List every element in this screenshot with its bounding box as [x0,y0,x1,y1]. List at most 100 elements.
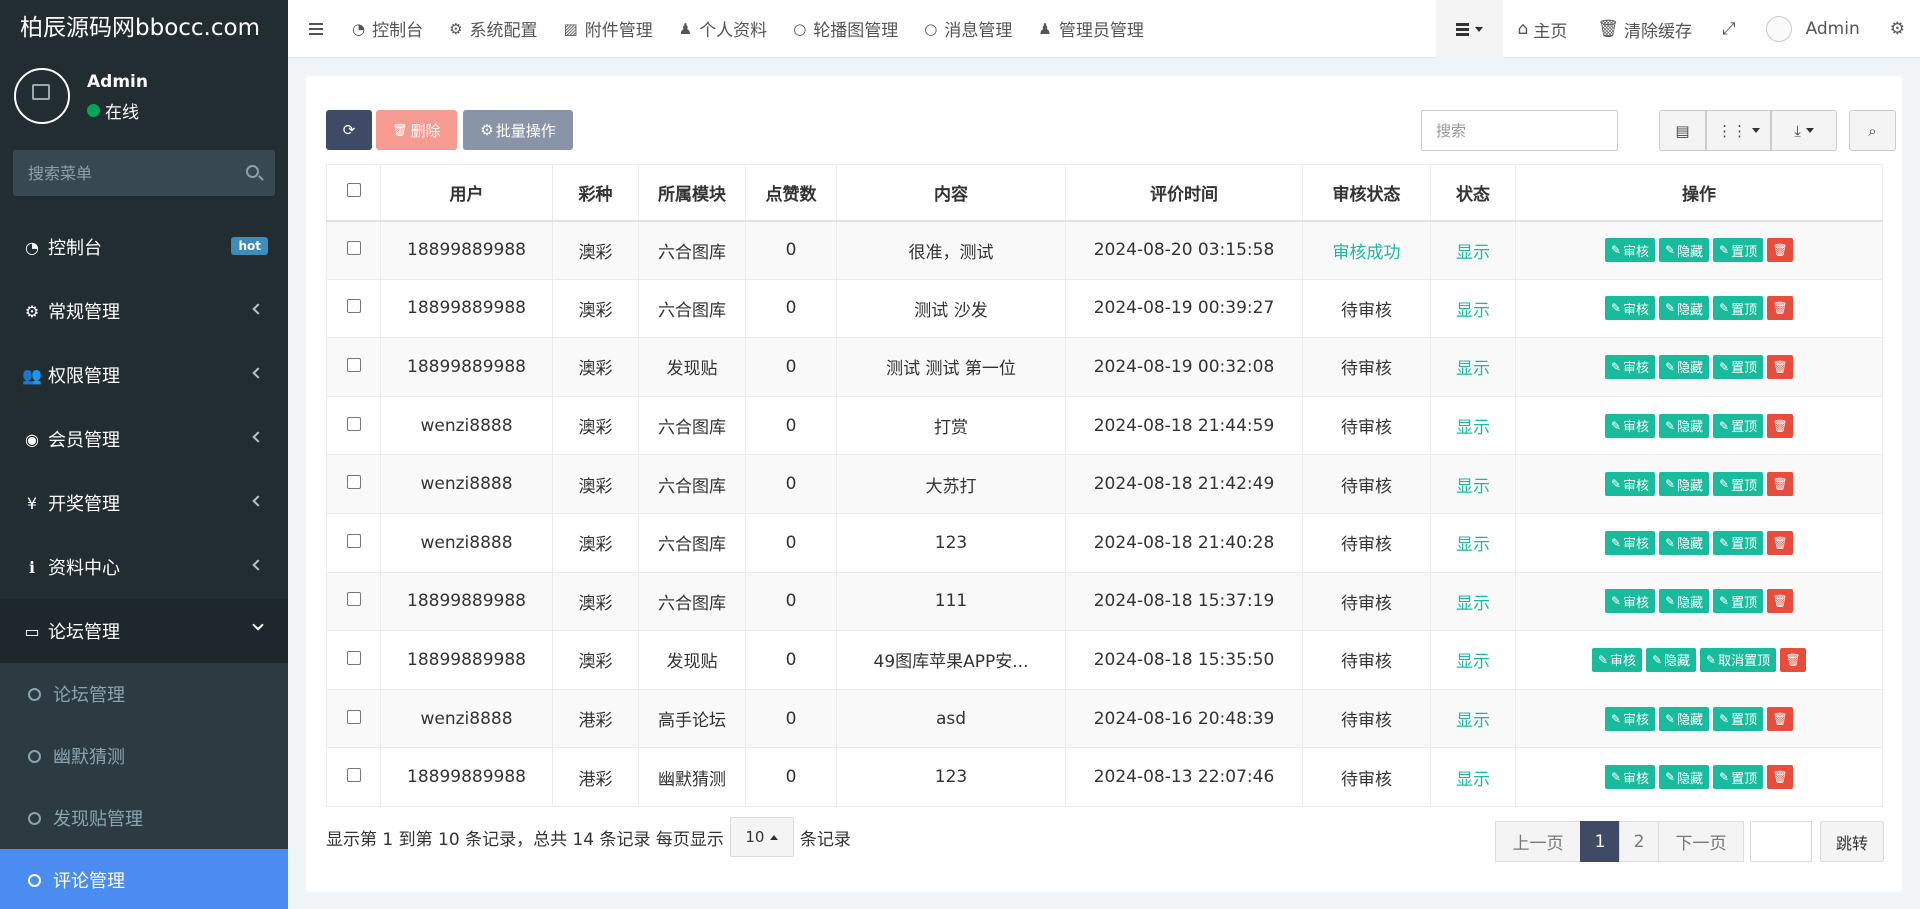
delete-row-button[interactable]: 🗑 [1767,472,1794,497]
table-row[interactable]: 18899889988 澳彩 发现贴 0 测试 测试 第一位 2024-08-19 00:… [326,337,1883,397]
state-label[interactable]: 显示 [1456,594,1490,614]
sidebar-item-resources[interactable]: ℹ 资料中心 [0,535,288,599]
row-checkbox[interactable] [346,416,361,431]
top-button[interactable]: ✎ 置顶 [1713,530,1764,555]
jump-page-input[interactable] [1750,821,1812,862]
state-label[interactable]: 显示 [1456,535,1490,555]
hide-button[interactable]: ✎ 隐藏 [1658,472,1710,497]
state-label[interactable]: 显示 [1456,652,1490,672]
columns-button[interactable]: ⋮⋮ [1706,110,1771,151]
delete-row-button[interactable]: 🗑 [1780,647,1807,672]
state-label[interactable]: 显示 [1456,477,1490,497]
review-button[interactable]: ✎ 审核 [1604,472,1655,497]
review-button[interactable]: ✎ 审核 [1604,296,1655,321]
tab-messages[interactable]: ○ 消息管理 [916,0,1030,58]
fullscreen-button[interactable]: ⤢ [1707,0,1751,58]
next-page-button[interactable]: 下一页 [1658,821,1744,862]
table-search-input[interactable] [1421,110,1618,151]
admin-menu[interactable]: Admin [1751,0,1875,58]
sidebar-toggle-icon[interactable] [288,0,344,58]
row-checkbox[interactable] [346,357,361,372]
tab-profile[interactable]: ♟ 个人资料 [671,0,785,58]
review-status-label[interactable]: 审核成功 [1333,243,1401,263]
sidebar-item-permissions[interactable]: 👥 权限管理 [0,343,288,407]
tab-carousel[interactable]: ○ 轮播图管理 [785,0,916,58]
column-header[interactable]: 彩种 [552,164,639,222]
hide-button[interactable]: ✎ 隐藏 [1658,238,1710,263]
review-status-label[interactable]: 待审核 [1341,535,1392,555]
sidebar-item-members[interactable]: ◉ 会员管理 [0,407,288,471]
column-header[interactable]: 审核状态 [1302,164,1431,222]
review-button[interactable]: ✎ 审核 [1604,413,1655,438]
table-row[interactable]: wenzi8888 港彩 高手论坛 0 asd 2024-08-16 20:48:39 待审… [326,688,1883,749]
review-button[interactable]: ✎ 审核 [1604,765,1655,790]
review-status-label[interactable]: 待审核 [1341,301,1392,321]
hide-button[interactable]: ✎ 隐藏 [1658,530,1710,555]
top-button[interactable]: ✎ 置顶 [1713,472,1764,497]
review-status-label[interactable]: 待审核 [1341,652,1392,672]
select-all-checkbox[interactable] [346,183,361,198]
review-status-label[interactable]: 待审核 [1341,418,1392,438]
row-checkbox[interactable] [346,241,361,256]
page-button[interactable]: 2 [1619,821,1659,862]
refresh-button[interactable]: ⟳ [326,110,372,150]
row-checkbox[interactable] [346,533,361,548]
top-button[interactable]: ✎ 取消置顶 [1700,647,1777,672]
review-button[interactable]: ✎ 审核 [1591,647,1642,672]
delete-button[interactable]: 🗑 删除 [376,110,457,150]
hide-button[interactable]: ✎ 隐藏 [1658,296,1710,321]
advanced-search-button[interactable]: ⌕ [1849,110,1896,151]
sidebar-item-dashboard[interactable]: ◔ 控制台 hot [0,215,288,279]
delete-row-button[interactable]: 🗑 [1767,296,1794,321]
jump-button[interactable]: 跳转 [1820,821,1884,862]
table-row[interactable]: wenzi8888 澳彩 六合图库 0 打赏 2024-08-18 21:44:59 待审核… [326,395,1883,456]
top-button[interactable]: ✎ 置顶 [1713,413,1764,438]
hide-button[interactable]: ✎ 隐藏 [1658,354,1710,379]
state-label[interactable]: 显示 [1456,243,1490,263]
clear-cache-button[interactable]: 🗑 清除缓存 [1582,0,1707,58]
table-row[interactable]: 18899889988 澳彩 发现贴 0 49图库苹果APP安... 2024-08-18… [326,630,1883,690]
column-header[interactable]: 评价时间 [1065,164,1303,222]
delete-row-button[interactable]: 🗑 [1767,413,1794,438]
sidebar-item-forum[interactable]: ▭ 论坛管理 [0,599,288,663]
review-button[interactable]: ✎ 审核 [1604,354,1655,379]
row-checkbox[interactable] [346,592,361,607]
delete-row-button[interactable]: 🗑 [1767,238,1794,263]
tab-system-config[interactable]: ⚙ 系统配置 [441,0,555,58]
delete-row-button[interactable]: 🗑 [1767,706,1794,731]
toggle-view-button[interactable]: ▤ [1659,110,1706,151]
row-checkbox[interactable] [346,299,361,314]
state-label[interactable]: 显示 [1456,301,1490,321]
state-label[interactable]: 显示 [1456,711,1490,731]
submenu-item-forum[interactable]: 论坛管理 [0,663,288,725]
home-link[interactable]: ⌂ 主页 [1503,0,1583,58]
review-status-label[interactable]: 待审核 [1341,594,1392,614]
sidebar-item-lottery[interactable]: ¥ 开奖管理 [0,471,288,535]
search-icon[interactable] [246,165,259,178]
page-button[interactable]: 1 [1580,821,1620,862]
delete-row-button[interactable]: 🗑 [1767,354,1794,379]
tab-attachments[interactable]: ▨ 附件管理 [556,0,671,58]
page-size-select[interactable]: 10 [729,817,794,857]
row-checkbox[interactable] [346,650,361,665]
tab-admins[interactable]: ♟ 管理员管理 [1030,0,1161,58]
review-button[interactable]: ✎ 审核 [1604,238,1655,263]
hide-button[interactable]: ✎ 隐藏 [1658,413,1710,438]
top-button[interactable]: ✎ 置顶 [1713,354,1764,379]
hide-button[interactable]: ✎ 隐藏 [1658,765,1710,790]
review-status-label[interactable]: 待审核 [1341,477,1392,497]
review-status-label[interactable]: 待审核 [1341,711,1392,731]
review-button[interactable]: ✎ 审核 [1604,706,1655,731]
top-button[interactable]: ✎ 置顶 [1713,238,1764,263]
delete-row-button[interactable]: 🗑 [1767,765,1794,790]
submenu-item-comments[interactable]: 评论管理 [0,849,288,909]
row-checkbox[interactable] [346,768,361,783]
tabs-dropdown-button[interactable] [1435,0,1503,58]
column-header[interactable]: 用户 [380,164,553,222]
row-checkbox[interactable] [346,475,361,490]
batch-button[interactable]: ⚙ 批量操作 [463,110,573,150]
state-label[interactable]: 显示 [1456,418,1490,438]
hide-button[interactable]: ✎ 隐藏 [1645,647,1697,672]
review-status-label[interactable]: 待审核 [1341,359,1392,379]
settings-button[interactable]: ⚙ [1875,0,1920,58]
